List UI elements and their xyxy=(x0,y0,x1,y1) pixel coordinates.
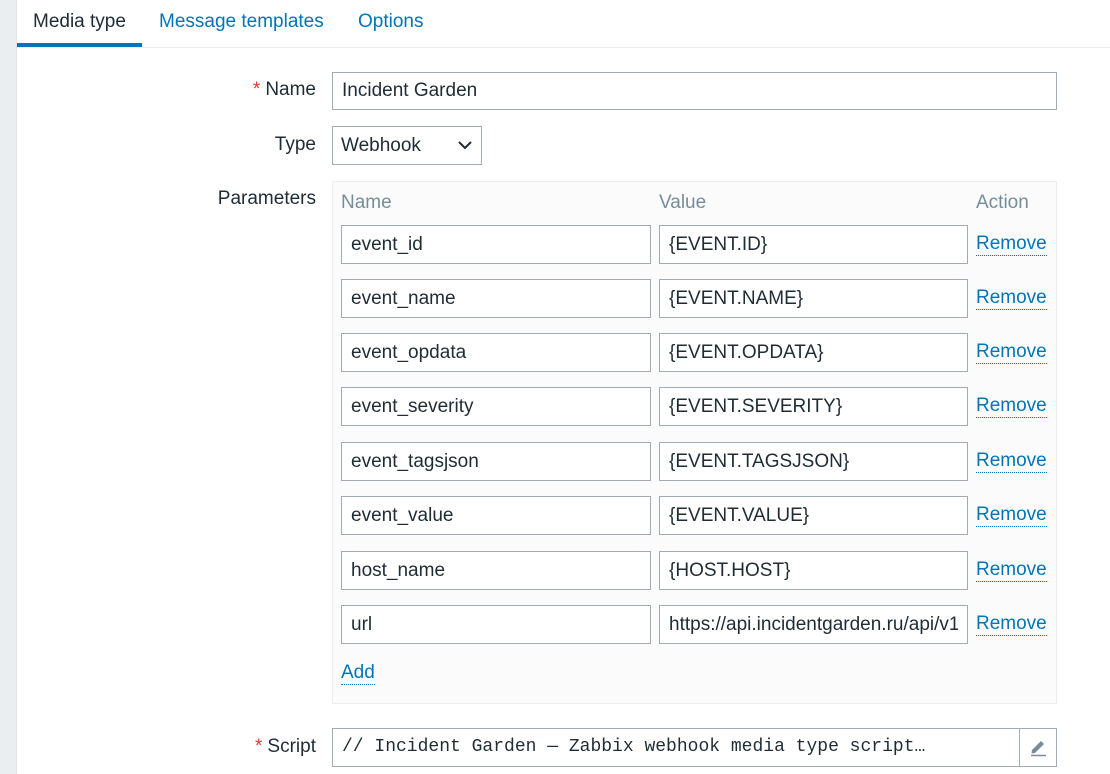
tab-bar: Media type Message templates Options xyxy=(17,0,1110,48)
param-name-input[interactable] xyxy=(341,551,651,590)
media-type-form-page: Media type Message templates Options * Na… xyxy=(0,0,1110,774)
param-value-input[interactable] xyxy=(659,551,968,590)
param-value-input[interactable] xyxy=(659,333,968,372)
param-value-input[interactable] xyxy=(659,225,968,264)
param-name-input[interactable] xyxy=(341,387,651,426)
param-value-input[interactable] xyxy=(659,442,968,481)
remove-param-link[interactable]: Remove xyxy=(976,395,1047,418)
remove-param-link[interactable]: Remove xyxy=(976,504,1047,527)
remove-param-link[interactable]: Remove xyxy=(976,613,1047,636)
parameters-label: Parameters xyxy=(217,188,316,209)
tab-options[interactable]: Options xyxy=(342,0,439,47)
script-preview[interactable]: // Incident Garden — Zabbix webhook medi… xyxy=(342,729,1014,766)
param-name-input[interactable] xyxy=(341,442,651,481)
type-label: Type xyxy=(274,134,316,155)
name-label: * Name xyxy=(252,79,316,100)
param-name-input[interactable] xyxy=(341,225,651,264)
type-select-value: Webhook xyxy=(341,135,421,156)
script-field[interactable]: // Incident Garden — Zabbix webhook medi… xyxy=(332,728,1057,767)
remove-param-link[interactable]: Remove xyxy=(976,341,1047,364)
remove-param-link[interactable]: Remove xyxy=(976,559,1047,582)
required-asterisk: * xyxy=(255,736,263,757)
type-select[interactable]: Webhook xyxy=(332,126,482,165)
param-name-column-header: Name xyxy=(341,192,392,213)
param-name-input[interactable] xyxy=(341,605,651,644)
pencil-icon xyxy=(1031,741,1046,757)
required-asterisk: * xyxy=(252,79,261,100)
param-name-input[interactable] xyxy=(341,279,651,318)
param-action-column-header: Action xyxy=(976,192,1029,213)
param-name-input[interactable] xyxy=(341,333,651,372)
param-value-input[interactable] xyxy=(659,279,968,318)
remove-param-link[interactable]: Remove xyxy=(976,450,1047,473)
name-input[interactable] xyxy=(332,72,1057,110)
chevron-down-icon xyxy=(458,141,472,150)
left-rail xyxy=(0,0,17,774)
param-value-input[interactable] xyxy=(659,605,968,644)
param-value-input[interactable] xyxy=(659,387,968,426)
script-label: * Script xyxy=(255,736,316,757)
param-value-column-header: Value xyxy=(659,192,707,213)
param-name-input[interactable] xyxy=(341,496,651,535)
script-edit-button[interactable] xyxy=(1019,729,1056,766)
tab-message-templates[interactable]: Message templates xyxy=(143,0,340,47)
add-param-link[interactable]: Add xyxy=(341,662,375,685)
remove-param-link[interactable]: Remove xyxy=(976,233,1047,256)
remove-param-link[interactable]: Remove xyxy=(976,287,1047,310)
param-value-input[interactable] xyxy=(659,496,968,535)
tab-media-type[interactable]: Media type xyxy=(17,0,142,47)
